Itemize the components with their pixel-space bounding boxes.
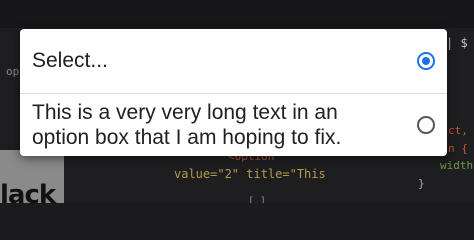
screen: op lack <option value="2" title="This [ … [0,0,474,203]
radio-selected-icon[interactable] [417,52,435,70]
background-top-band [0,0,474,28]
background-left-panel-text: lack [0,180,56,203]
select-options-dialog: Select... This is a very very long text … [20,29,447,156]
option-label: This is a very very long text in an opti… [32,101,342,149]
background-right-line: ct, [448,124,468,137]
background-right-line: width: [440,159,474,172]
background-code-line: value="2" title="This [174,167,326,181]
radio-unselected-icon[interactable] [417,116,435,134]
background-right-line: } [418,177,425,190]
background-code-line: [ ] [248,196,267,203]
background-right-top: | $ [446,36,468,50]
option-long-text[interactable]: This is a very very long text in an opti… [20,94,447,156]
background-right-line: n { [448,142,468,155]
option-select-placeholder[interactable]: Select... [20,29,447,93]
background-left-snippet: op [6,65,20,78]
option-label: Select... [32,49,108,72]
